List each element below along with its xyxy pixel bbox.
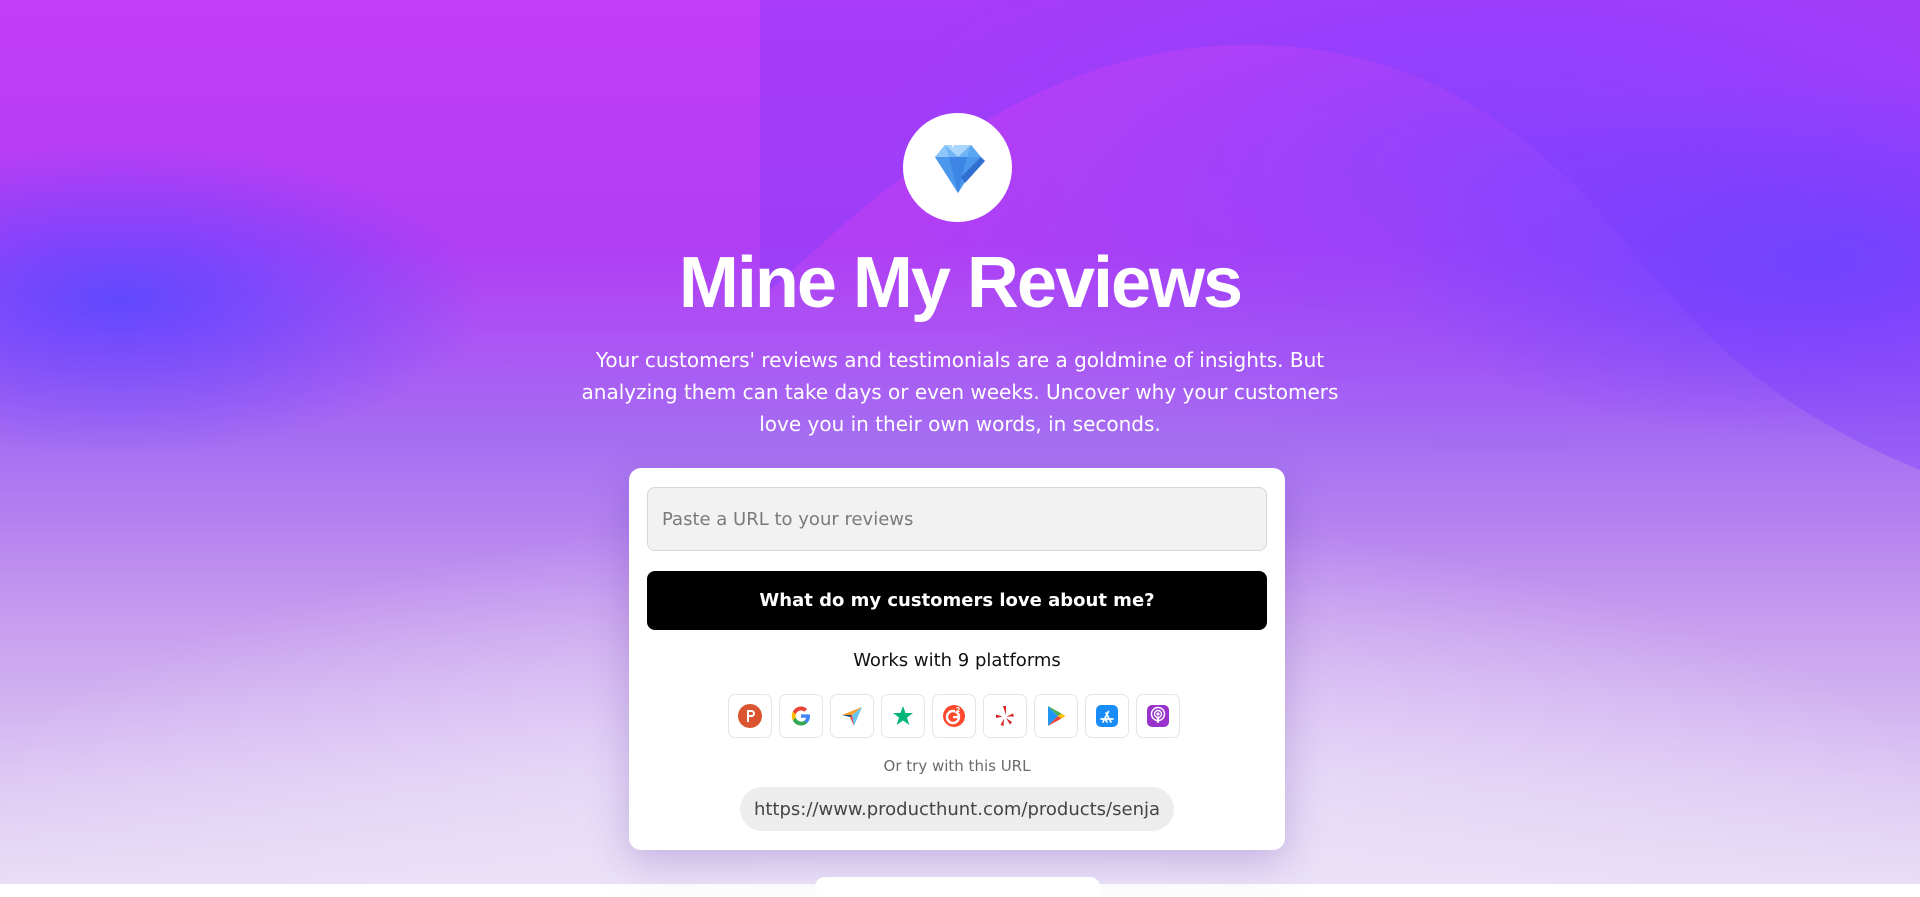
review-url-card: What do my customers love about me? Work… [629,468,1285,850]
platform-capterra[interactable] [830,694,874,738]
trustpilot-icon [893,706,913,725]
try-url-label: Or try with this URL [883,757,1031,775]
platforms-label: Works with 9 platforms [853,650,1061,671]
platform-producthunt[interactable] [728,694,772,738]
google-icon [791,706,810,726]
review-url-input[interactable] [647,487,1267,551]
google-play-icon [1048,706,1066,726]
yelp-icon [996,706,1014,726]
apple-podcasts-icon [1147,705,1169,727]
page-subtitle: Your customers' reviews and testimonials… [581,348,1339,436]
analyze-button[interactable]: What do my customers love about me? [647,571,1267,630]
platform-google[interactable] [779,694,823,738]
page-title: Mine My Reviews [678,243,1243,323]
g2-icon [943,705,965,727]
platform-yelp[interactable] [983,694,1027,738]
platform-trustpilot[interactable] [881,694,925,738]
platform-apple-podcasts[interactable] [1136,694,1180,738]
capterra-icon [842,707,862,726]
app-store-icon [1096,705,1118,727]
platform-g2[interactable] [932,694,976,738]
diamond-logo [903,113,1012,222]
platform-google-play[interactable] [1034,694,1078,738]
platform-app-store[interactable] [1085,694,1129,738]
sample-url-chip[interactable]: https://www.producthunt.com/products/sen… [740,787,1174,831]
next-section-button[interactable] [815,877,1100,897]
producthunt-icon [738,704,762,728]
platform-list [728,694,1188,739]
diamond-icon [934,136,985,193]
